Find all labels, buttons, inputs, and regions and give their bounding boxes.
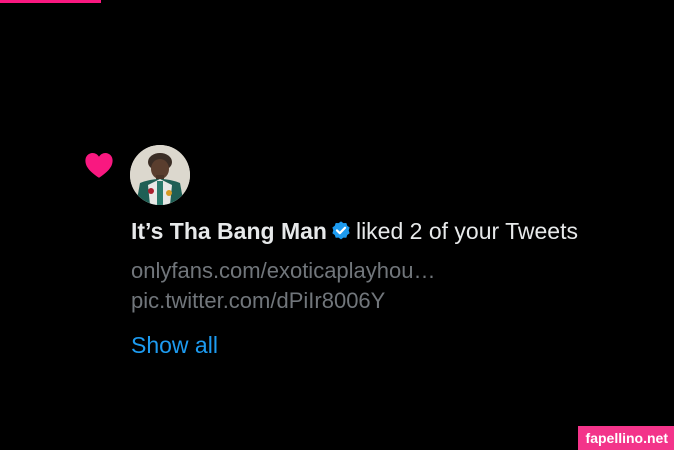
avatar[interactable] bbox=[130, 145, 190, 205]
top-accent-bar bbox=[0, 0, 101, 3]
tweet-text-line: pic.twitter.com/dPiIr8006Y bbox=[131, 288, 386, 313]
tweet-text-line: onlyfans.com/exoticaplayhou… bbox=[131, 258, 436, 283]
notification-headline: It’s Tha Bang Man liked 2 of your Tweets bbox=[131, 217, 578, 245]
watermark: fapellino.net bbox=[577, 426, 674, 450]
action-text: liked 2 of your Tweets bbox=[355, 218, 578, 244]
show-all-link[interactable]: Show all bbox=[131, 331, 218, 359]
liked-tweet-preview[interactable]: onlyfans.com/exoticaplayhou… pic.twitter… bbox=[131, 256, 436, 316]
verified-badge-icon bbox=[332, 221, 350, 240]
user-name-link[interactable]: It’s Tha Bang Man bbox=[131, 218, 327, 244]
heart-icon bbox=[85, 153, 113, 178]
avatar-image bbox=[130, 145, 190, 205]
